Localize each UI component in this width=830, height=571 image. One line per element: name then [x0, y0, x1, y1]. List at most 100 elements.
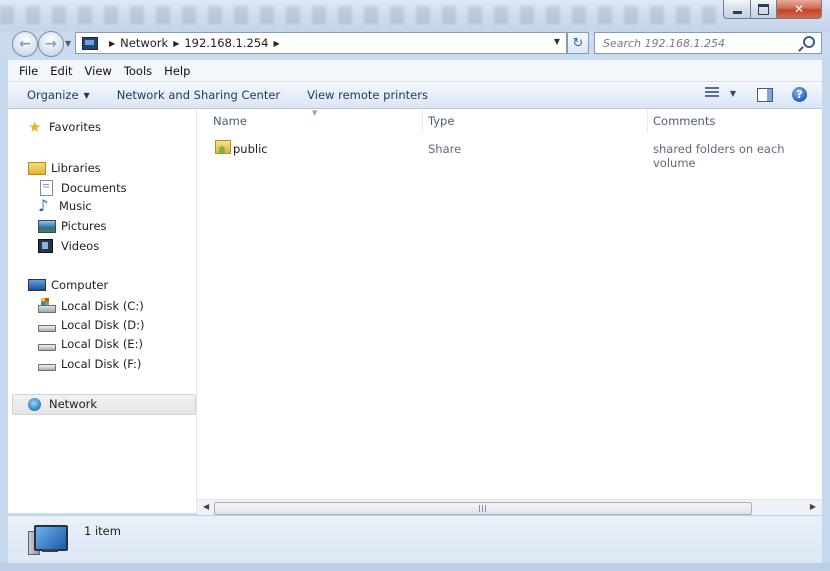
- nav-item-label: Local Disk (D:): [61, 318, 145, 332]
- nav-item-label: Network: [49, 397, 98, 411]
- nav-item-label: Libraries: [51, 160, 101, 175]
- search-icon[interactable]: [803, 36, 815, 48]
- nav-item-label: Pictures: [61, 219, 107, 233]
- details-view-icon: [704, 87, 719, 99]
- hard-disk-icon: [38, 324, 56, 332]
- nav-item-disk-e[interactable]: Local Disk (E:): [38, 337, 143, 351]
- computer-icon: [28, 525, 68, 555]
- window-frame-left: [0, 58, 8, 563]
- change-view-button[interactable]: ▼: [704, 87, 736, 99]
- nav-item-computer[interactable]: Computer: [28, 278, 108, 292]
- menu-tools[interactable]: Tools: [118, 64, 158, 78]
- background-window-blur: [0, 6, 720, 24]
- nav-item-label: Local Disk (F:): [61, 357, 142, 371]
- nav-item-music[interactable]: ♪ Music: [38, 198, 92, 214]
- nav-item-disk-c[interactable]: Local Disk (C:): [38, 298, 144, 313]
- navigation-row: ← → ▼ ▶ Network ▶ 192.168.1.254 ▶ ▼ ↻: [0, 28, 830, 58]
- nav-item-label: Local Disk (E:): [61, 337, 143, 351]
- menu-bar: File Edit View Tools Help: [8, 60, 822, 82]
- item-count: 1 item: [84, 524, 121, 538]
- nav-item-favorites[interactable]: ★ Favorites: [28, 118, 101, 136]
- organize-label: Organize: [27, 88, 79, 102]
- nav-item-documents[interactable]: Documents: [38, 180, 127, 196]
- menu-edit[interactable]: Edit: [44, 64, 78, 78]
- network-location-icon: [82, 36, 98, 50]
- scrollbar-grip-icon: [479, 505, 487, 512]
- column-header-type[interactable]: Type: [428, 114, 454, 128]
- details-pane: 1 item: [8, 515, 822, 564]
- table-row[interactable]: public Share shared folders on each volu…: [197, 138, 822, 170]
- back-button[interactable]: ←: [12, 31, 38, 57]
- scroll-right-icon[interactable]: ▶: [810, 502, 816, 511]
- shared-folder-icon: [215, 140, 231, 154]
- nav-item-libraries[interactable]: Libraries: [28, 160, 101, 175]
- breadcrumb-separator[interactable]: ▶: [109, 39, 115, 48]
- computer-icon: [28, 279, 46, 291]
- refresh-button[interactable]: ↻: [567, 32, 589, 54]
- nav-item-label: Computer: [51, 278, 109, 292]
- maximize-button[interactable]: [751, 0, 777, 19]
- file-type: Share: [428, 142, 462, 156]
- sort-indicator-icon: ▼: [312, 109, 318, 117]
- recent-pages-dropdown[interactable]: ▼: [65, 39, 71, 48]
- address-bar[interactable]: ▶ Network ▶ 192.168.1.254 ▶ ▼: [75, 32, 567, 54]
- forward-arrow-icon: →: [45, 36, 57, 52]
- file-comment: shared folders on each volume: [653, 142, 785, 170]
- column-header-name[interactable]: Name: [213, 114, 247, 128]
- nav-item-network[interactable]: Network: [28, 397, 97, 411]
- libraries-icon: [28, 162, 46, 175]
- close-icon: ✕: [793, 2, 805, 16]
- menu-help[interactable]: Help: [158, 64, 196, 78]
- breadcrumb-separator[interactable]: ▶: [173, 39, 179, 48]
- search-input[interactable]: [601, 34, 801, 52]
- preview-pane-button[interactable]: [757, 88, 773, 102]
- network-sharing-center-label: Network and Sharing Center: [116, 88, 281, 102]
- help-icon[interactable]: ?: [792, 87, 807, 102]
- menu-file[interactable]: File: [8, 64, 44, 78]
- scrollbar-thumb[interactable]: [214, 502, 752, 515]
- chevron-down-icon[interactable]: ▼: [730, 89, 736, 98]
- star-icon: ★: [28, 118, 42, 136]
- back-arrow-icon: ←: [19, 36, 31, 52]
- view-remote-printers-button[interactable]: View remote printers: [307, 88, 428, 102]
- address-dropdown-arrow[interactable]: ▼: [554, 37, 560, 46]
- nav-item-label: Local Disk (C:): [61, 298, 144, 313]
- menu-view[interactable]: View: [79, 64, 118, 78]
- network-sharing-center-button[interactable]: Network and Sharing Center: [117, 88, 280, 102]
- refresh-icon: ↻: [572, 35, 584, 51]
- nav-item-videos[interactable]: Videos: [38, 239, 99, 253]
- file-list: ▼ Name Type Comments public Share shared…: [197, 109, 822, 499]
- scroll-left-icon[interactable]: ◀: [203, 502, 209, 511]
- forward-button[interactable]: →: [38, 31, 64, 57]
- breadcrumb-separator[interactable]: ▶: [273, 39, 279, 48]
- nav-item-disk-f[interactable]: Local Disk (F:): [38, 357, 141, 371]
- window-controls: ✕: [723, 0, 822, 20]
- view-remote-printers-label: View remote printers: [307, 88, 428, 102]
- window-frame-right: [822, 58, 830, 563]
- column-header-comments[interactable]: Comments: [653, 114, 715, 128]
- command-bar: Organize ▼ Network and Sharing Center Vi…: [8, 82, 822, 109]
- nav-item-label: Documents: [61, 181, 127, 195]
- nav-item-label: Music: [59, 199, 92, 213]
- close-button[interactable]: ✕: [777, 0, 822, 19]
- network-globe-icon: [28, 397, 41, 411]
- search-box[interactable]: [594, 32, 822, 54]
- system-disk-icon: [38, 298, 56, 313]
- hard-disk-icon: [38, 363, 56, 371]
- column-divider[interactable]: [647, 109, 648, 133]
- breadcrumb-network[interactable]: Network: [120, 36, 168, 50]
- nav-item-label: Videos: [61, 239, 100, 253]
- horizontal-scrollbar[interactable]: ◀ ▶: [197, 499, 822, 516]
- nav-item-pictures[interactable]: Pictures: [38, 219, 107, 233]
- organize-button[interactable]: Organize ▼: [27, 88, 90, 102]
- minimize-icon: [732, 10, 742, 14]
- maximize-icon: [758, 3, 769, 15]
- film-icon: [38, 239, 53, 253]
- documents-icon: [40, 180, 53, 196]
- column-divider[interactable]: [422, 109, 423, 133]
- breadcrumb-host[interactable]: 192.168.1.254: [184, 36, 268, 50]
- minimize-button[interactable]: [723, 0, 751, 19]
- hard-disk-icon: [38, 343, 56, 351]
- nav-item-disk-d[interactable]: Local Disk (D:): [38, 318, 145, 332]
- navigation-pane: ★ Favorites Libraries Documents ♪ Music …: [8, 109, 197, 513]
